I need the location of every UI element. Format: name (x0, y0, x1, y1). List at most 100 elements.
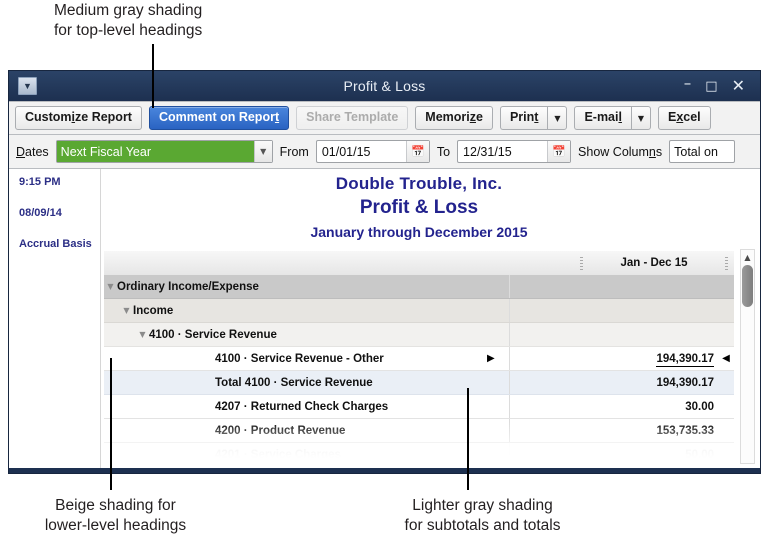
email-chevron-down-icon[interactable]: ▼ (630, 106, 651, 130)
report-date: 08/09/14 (19, 207, 62, 219)
collapse-triangle-icon[interactable]: ▼ (104, 282, 117, 291)
show-columns-label: Show Columns (578, 144, 663, 159)
column-resize-handle-right[interactable] (725, 256, 728, 270)
row-label: Total 4100 · Service Revenue (215, 376, 373, 389)
row-label: 4100 · Service Revenue (149, 328, 277, 341)
window-controls: – □ ✕ (684, 75, 760, 94)
report-column-header: Jan - Dec 15 (104, 251, 734, 276)
row-gutter (509, 299, 602, 322)
row-amount: 30.00 (602, 401, 718, 413)
row-label: 4207 · Returned Check Charges (215, 400, 389, 413)
drilldown-triangle-icon[interactable]: ▶ (487, 353, 509, 364)
report-vertical-scrollbar[interactable]: ▲ (740, 249, 755, 464)
table-row[interactable]: 4200 · Product Revenue 153,735.33 (104, 419, 734, 443)
memorize-label: Memorize (425, 110, 483, 125)
collapse-triangle-icon[interactable]: ▼ (136, 330, 149, 339)
table-row[interactable]: 4100 · Service Revenue - Other ▶ 194,390.1… (104, 347, 734, 371)
email-label: E-mail (584, 110, 622, 125)
from-date-field[interactable]: 01/01/15 📅 (315, 140, 430, 163)
profit-and-loss-window: ▼ Profit & Loss – □ ✕ Customize Report C… (8, 70, 761, 474)
leader-line-bottom-right (467, 388, 469, 490)
report-toolbar: Customize Report Comment on Report Share… (9, 101, 760, 135)
selected-row-marker-icon: ◀ (722, 353, 730, 364)
table-row[interactable]: ▼ Ordinary Income/Expense (104, 275, 734, 299)
print-button[interactable]: Print (499, 106, 548, 130)
table-row[interactable]: ▼ 4100 · Service Revenue (104, 323, 734, 347)
row-gutter (509, 323, 602, 346)
row-amount-value: 194,390.17 (656, 352, 714, 367)
row-amount-value: 30.00 (685, 400, 714, 413)
comment-on-report-button[interactable]: Comment on Report (148, 106, 290, 130)
comment-on-report-label: Comment on Report (158, 110, 280, 125)
share-template-button: Share Template (296, 106, 409, 130)
dates-label: Dates (16, 144, 49, 159)
row-label: Ordinary Income/Expense (117, 280, 259, 293)
email-button[interactable]: E-mail (574, 106, 631, 130)
report-basis: Accrual Basis (19, 238, 92, 250)
window-titlebar: ▼ Profit & Loss – □ ✕ (9, 71, 760, 101)
scroll-up-icon[interactable]: ▲ (741, 250, 754, 264)
window-menu-glyph: ▼ (23, 80, 32, 91)
close-icon[interactable]: ✕ (732, 78, 745, 94)
memorize-button[interactable]: Memorize (415, 106, 493, 130)
excel-label: Excel (667, 110, 701, 125)
report-heading: Double Trouble, Inc. Profit & Loss Janua… (104, 174, 734, 240)
row-amount: 153,735.33 (602, 425, 718, 437)
row-amount: 50.00 (602, 449, 718, 461)
minimize-icon[interactable]: – (684, 75, 692, 91)
dates-dropdown[interactable]: Next Fiscal Year ▼ (55, 140, 273, 163)
print-chevron-down-icon[interactable]: ▼ (547, 106, 568, 130)
row-label: 4201 · Service Charges (215, 448, 341, 461)
leader-line-top (152, 44, 154, 108)
show-columns-dropdown[interactable]: Total on (669, 140, 736, 163)
maximize-icon[interactable]: □ (705, 80, 717, 93)
annotation-top-level-shading: Medium gray shading for top-level headin… (54, 2, 203, 39)
row-label: 4100 · Service Revenue - Other (215, 352, 384, 365)
dates-dropdown-value: Next Fiscal Year (56, 141, 254, 162)
meta-divider (100, 169, 101, 468)
report-time: 9:15 PM (19, 176, 61, 188)
report-date-range: January through December 2015 (310, 224, 528, 240)
row-amount: 194,390.17 (602, 377, 718, 389)
report-title: Profit & Loss (359, 197, 479, 218)
from-calendar-icon[interactable]: 📅 (405, 141, 429, 162)
row-gutter (509, 443, 602, 466)
share-template-label: Share Template (306, 110, 399, 125)
customize-report-label: Customize Report (25, 110, 132, 125)
report-canvas: 9:15 PM 08/09/14 Accrual Basis Double Tr… (9, 169, 760, 468)
table-row[interactable]: 4207 · Returned Check Charges 30.00 (104, 395, 734, 419)
table-row[interactable]: 4201 · Service Charges 50.00 (104, 443, 734, 467)
column-header-jan-dec: Jan - Dec 15 (620, 257, 688, 269)
row-gutter (509, 419, 602, 442)
row-label: Income (133, 304, 174, 317)
report-rows: ▼ Ordinary Income/Expense ▼ Income ▼ 4100 · S… (104, 275, 734, 468)
window-title: Profit & Loss (343, 78, 426, 94)
row-amount-value: 50.00 (685, 448, 714, 461)
scrollbar-thumb[interactable] (742, 265, 753, 307)
print-split-button: Print ▼ (499, 106, 568, 130)
print-label: Print (509, 110, 539, 125)
table-row[interactable]: Total 4100 · Service Revenue 194,390.17 (104, 371, 734, 395)
row-amount: 194,390.17 (602, 352, 718, 367)
to-label: To (436, 144, 451, 159)
excel-button[interactable]: Excel (657, 106, 711, 130)
window-menu-icon[interactable]: ▼ (18, 77, 37, 95)
table-row[interactable]: ▼ Income (104, 299, 734, 323)
annotation-lower-level-shading: Beige shading for lower-level headings (44, 497, 187, 534)
email-split-button: E-mail ▼ (574, 106, 651, 130)
row-gutter (509, 347, 602, 370)
to-date-field[interactable]: 12/31/15 📅 (457, 140, 572, 163)
column-resize-handle-left[interactable] (580, 256, 583, 270)
dates-chevron-down-icon[interactable]: ▼ (253, 141, 272, 162)
row-label: 4200 · Product Revenue (215, 424, 346, 437)
annotation-subtotal-shading: Lighter gray shading for subtotals and t… (404, 497, 561, 534)
report-company-name: Double Trouble, Inc. (335, 174, 503, 193)
leader-line-bottom-left (110, 358, 112, 490)
show-columns-value: Total on (674, 144, 718, 159)
to-calendar-icon[interactable]: 📅 (547, 141, 571, 162)
row-gutter (509, 395, 602, 418)
to-date-value: 12/31/15 (463, 144, 512, 159)
from-date-value: 01/01/15 (321, 144, 371, 159)
collapse-triangle-icon[interactable]: ▼ (120, 306, 133, 315)
customize-report-button[interactable]: Customize Report (15, 106, 142, 130)
